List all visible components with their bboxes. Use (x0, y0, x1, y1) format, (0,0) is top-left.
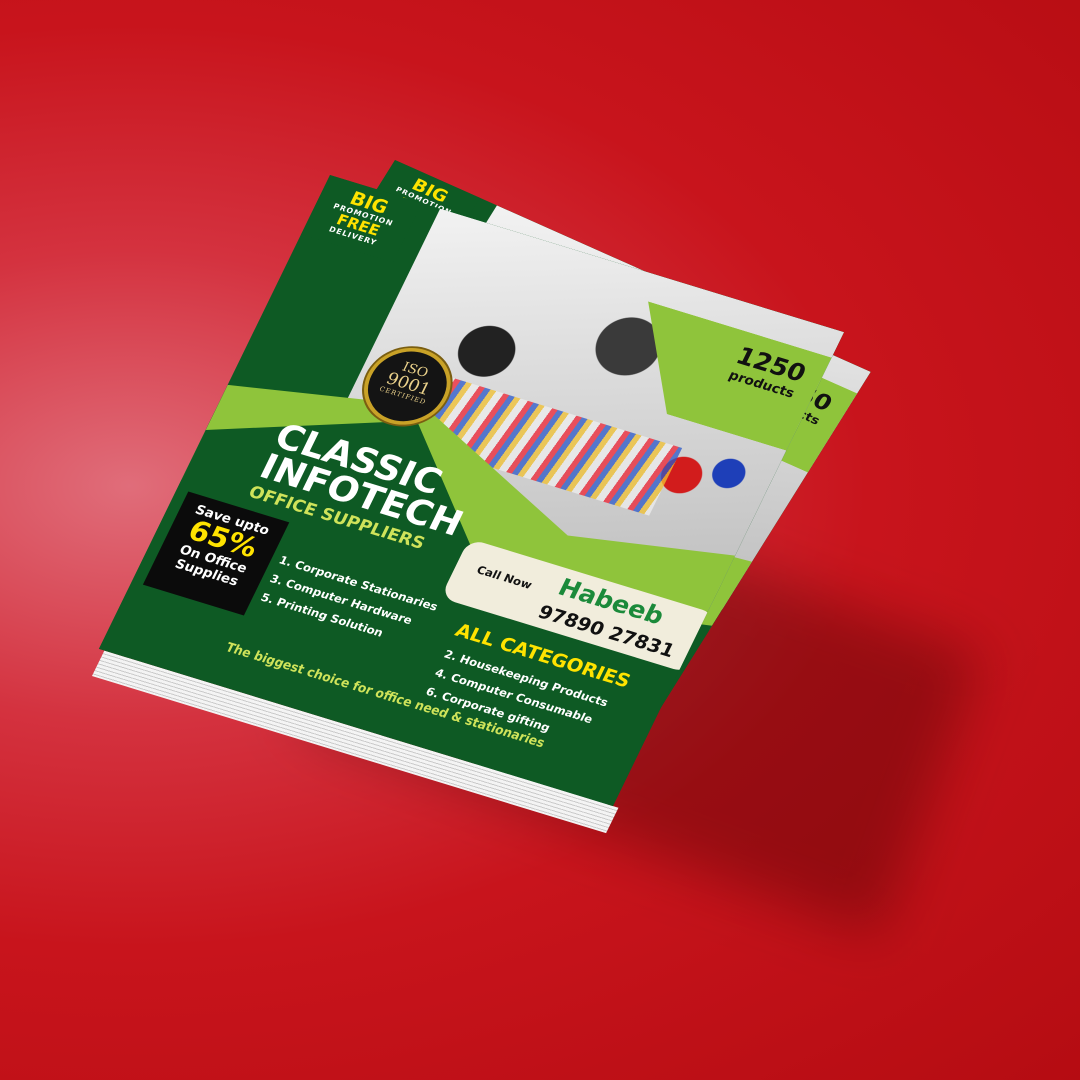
call-now-label: Call Now (474, 563, 535, 592)
mockup-scene: BIG PROMOTION FREE DELIVERY 1250 product… (0, 0, 1080, 1080)
